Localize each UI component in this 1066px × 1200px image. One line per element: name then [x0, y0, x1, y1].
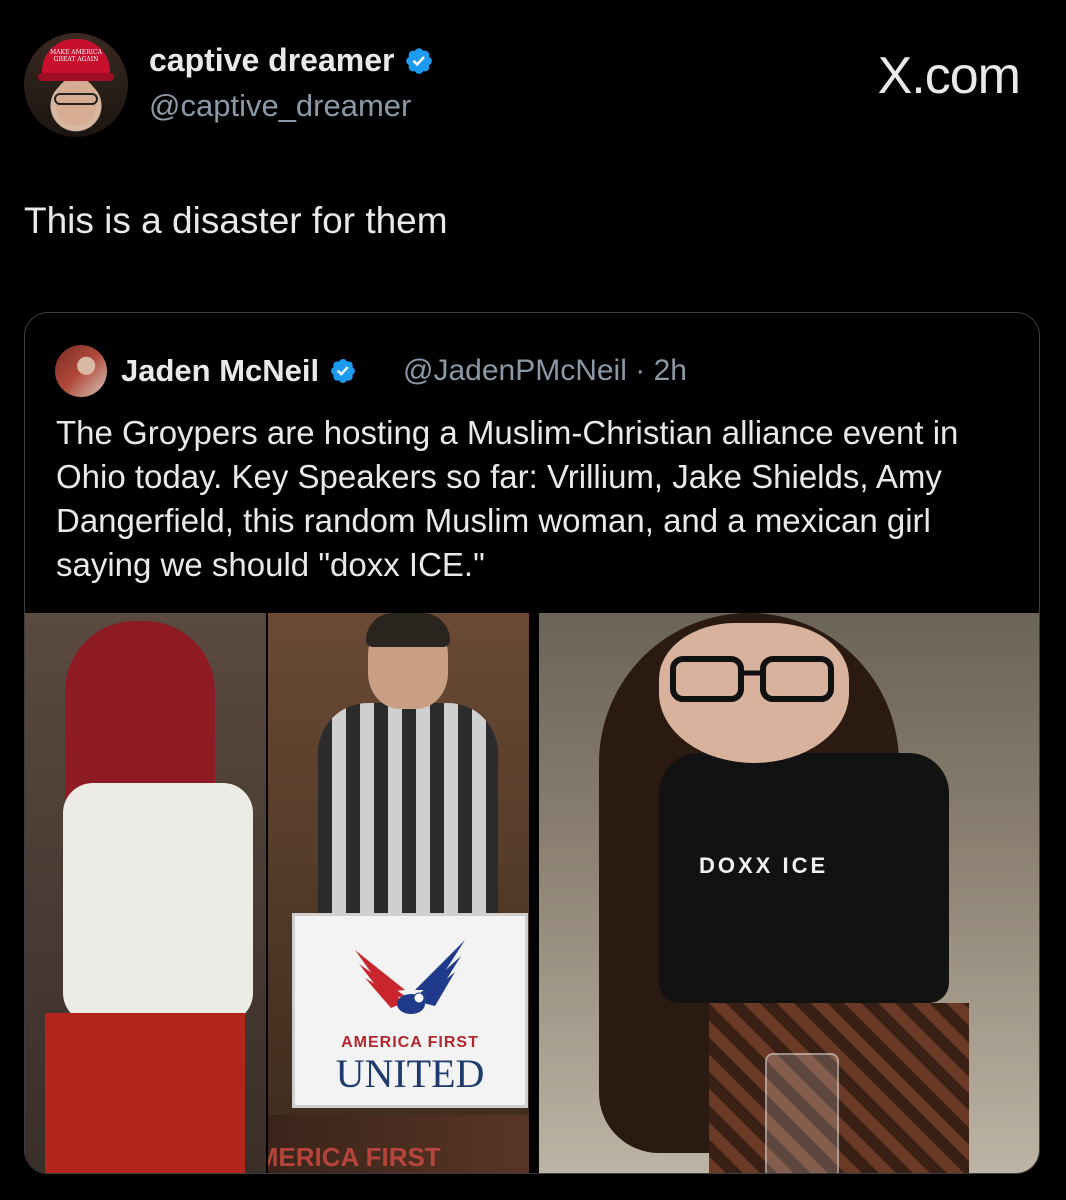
quote-media-collage[interactable]: AMERICA FIRST UNITED AMERICA FIRST DOXX …	[25, 613, 1039, 1173]
red-skirt	[45, 1013, 245, 1173]
glasses-icon	[670, 656, 834, 702]
author-name-row[interactable]: captive dreamer	[149, 42, 434, 79]
avatar-hat: MAKE AMERICA GREAT AGAIN	[42, 39, 110, 77]
author-avatar[interactable]: MAKE AMERICA GREAT AGAIN	[24, 33, 128, 137]
quote-text: The Groypers are hosting a Muslim-Christ…	[56, 414, 959, 583]
bottom-banner-text: AMERICA FIRST	[268, 1142, 441, 1172]
author-handle[interactable]: @captive_dreamer	[149, 88, 411, 124]
media-panel-right[interactable]: DOXX ICE	[539, 613, 1039, 1173]
media-panel-middle[interactable]: AMERICA FIRST UNITED AMERICA FIRST	[268, 613, 529, 1173]
shirt-text: DOXX ICE	[699, 853, 829, 878]
quoted-tweet-card[interactable]: Jaden McNeil @JadenPMcNeil · 2h The Groy…	[24, 312, 1040, 1174]
bottom-banner: AMERICA FIRST	[268, 1115, 529, 1173]
podium: AMERICA FIRST UNITED	[292, 913, 528, 1108]
quote-separator: ·	[635, 354, 646, 387]
avatar-hat-brim	[38, 73, 114, 81]
author-display-name[interactable]: captive dreamer	[149, 42, 394, 79]
x-logo: X.com	[877, 47, 1021, 105]
quote-author-avatar[interactable]	[55, 345, 107, 397]
podium-big-text: UNITED	[335, 1051, 485, 1096]
quote-author-display-name[interactable]: Jaden McNeil	[121, 353, 319, 389]
avatar-hat-text: MAKE AMERICA GREAT AGAIN	[50, 49, 102, 63]
drinking-glass	[765, 1053, 839, 1173]
quote-author-name-row[interactable]: Jaden McNeil	[121, 353, 357, 389]
speaker-hair	[366, 613, 450, 647]
leopard-pants	[709, 1003, 969, 1173]
avatar-glasses	[54, 93, 98, 105]
eagle-logo-icon	[355, 940, 465, 1014]
tweet-text: This is a disaster for them	[24, 200, 448, 241]
media-panel-left[interactable]	[25, 613, 266, 1173]
verified-badge-icon	[331, 359, 356, 383]
verified-badge-icon	[406, 47, 433, 74]
white-shirt	[63, 783, 253, 1023]
speaker-plaid-shirt	[318, 703, 498, 923]
quote-timestamp[interactable]: 2h	[654, 354, 687, 387]
quote-author-handle[interactable]: @JadenPMcNeil	[403, 354, 627, 387]
quote-meta: @JadenPMcNeil · 2h	[403, 354, 687, 388]
